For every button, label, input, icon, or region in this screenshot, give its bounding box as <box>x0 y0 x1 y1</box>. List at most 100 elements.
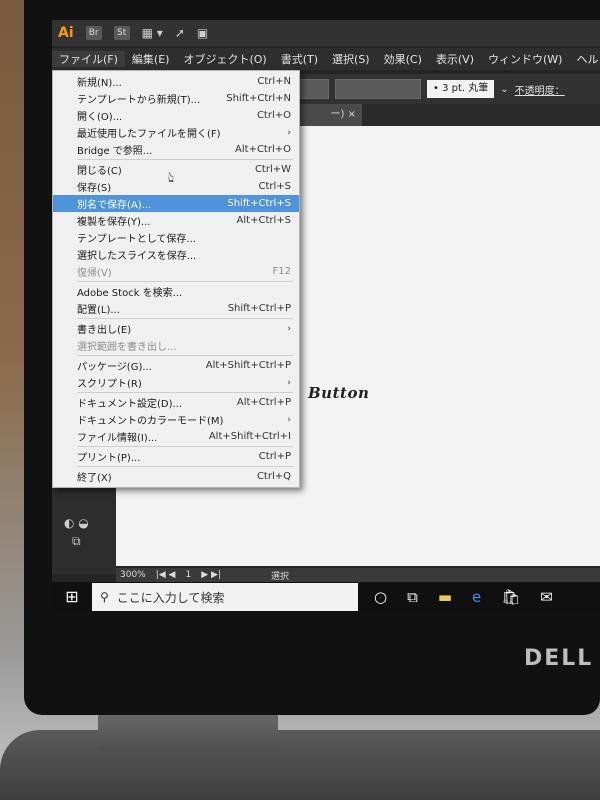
submenu-arrow-icon: › <box>287 127 291 138</box>
menu-item-label: スクリプト(R) <box>77 379 142 390</box>
menu-object[interactable]: オブジェクト(O) <box>176 51 273 67</box>
document-tab[interactable]: ー) × <box>292 104 362 126</box>
menu-item-place[interactable]: 配置(L)... Shift+Ctrl+P <box>53 300 299 317</box>
menu-item-label: プリント(P)... <box>77 453 141 464</box>
menu-item-save-copy[interactable]: 複製を保存(Y)... Alt+Ctrl+S <box>53 212 299 229</box>
menu-item-label: 選択範囲を書き出し... <box>77 342 177 353</box>
menu-item-label: 復帰(V) <box>77 268 112 279</box>
menu-item-close[interactable]: 閉じる(C) Ctrl+W <box>53 161 299 178</box>
bridge-button[interactable]: Br <box>85 26 102 40</box>
page-number[interactable]: 1 <box>185 570 191 580</box>
menu-item-label: 保存(S) <box>77 183 112 194</box>
app-title-bar: Ai Br St ▦ ▾ ➚ ▣ <box>52 20 600 46</box>
close-icon[interactable]: × <box>348 109 356 120</box>
menu-separator <box>77 281 293 282</box>
fill-swatch[interactable] <box>297 79 329 99</box>
menu-item-label: パッケージ(G)... <box>77 362 152 373</box>
menu-item-document-color-mode[interactable]: ドキュメントのカラーモード(M) › <box>53 411 299 428</box>
menu-separator <box>77 446 293 447</box>
taskbar-search-box[interactable]: ⚲ ここに入力して検索 <box>92 583 358 611</box>
menu-item-label: Bridge で参照... <box>77 146 153 157</box>
chevron-down-icon[interactable]: ⌄ <box>500 84 508 95</box>
menu-item-label: 最近使用したファイルを開く(F) <box>77 129 221 140</box>
submenu-arrow-icon: › <box>287 323 291 334</box>
menu-view[interactable]: 表示(V) <box>429 51 481 67</box>
file-explorer-icon[interactable]: ▬ <box>438 588 452 606</box>
menu-type[interactable]: 書式(T) <box>274 51 325 67</box>
mail-icon[interactable]: ✉ <box>540 588 553 606</box>
search-icon: ⚲ <box>100 590 109 604</box>
menu-item-new-from-template[interactable]: テンプレートから新規(T)... Shift+Ctrl+N <box>53 90 299 107</box>
menu-window[interactable]: ウィンドウ(W) <box>481 51 569 67</box>
opacity-label[interactable]: 不透明度： <box>515 82 565 97</box>
status-bar: 300% |◀ ◀ 1 ▶ ▶| 選択 <box>116 568 600 582</box>
canvas-button-text[interactable]: Button <box>308 384 369 402</box>
menu-item-search-adobe-stock[interactable]: Adobe Stock を検索... <box>53 283 299 300</box>
menu-separator <box>77 466 293 467</box>
gpu-performance-icon[interactable]: ➚ <box>175 26 185 40</box>
menu-item-print[interactable]: プリント(P)... Ctrl+P <box>53 448 299 465</box>
menu-separator <box>77 355 293 356</box>
menu-item-export[interactable]: 書き出し(E) › <box>53 320 299 337</box>
menu-item-document-setup[interactable]: ドキュメント設定(D)... Alt+Ctrl+P <box>53 394 299 411</box>
next-page-icon[interactable]: ▶ ▶| <box>201 570 221 580</box>
menu-item-exit[interactable]: 終了(X) Ctrl+Q <box>53 468 299 485</box>
menu-item-package[interactable]: パッケージ(G)... Alt+Shift+Ctrl+P <box>53 357 299 374</box>
menu-item-shortcut: Alt+Shift+Ctrl+P <box>205 360 291 371</box>
menu-item-label: ドキュメントのカラーモード(M) <box>77 416 224 427</box>
laptop-keyboard-deck <box>0 730 600 800</box>
screen-mode-icon[interactable]: ⧉ <box>72 534 81 549</box>
edge-browser-icon[interactable]: e <box>472 588 481 606</box>
image-trace-icon[interactable]: ▣ <box>197 26 208 40</box>
windows-taskbar: ⊞ ⚲ ここに入力して検索 ○ ⧉ ▬ e 🛍︎ ✉ <box>52 582 600 612</box>
file-menu-dropdown: 新規(N)... Ctrl+N テンプレートから新規(T)... Shift+Ctr… <box>52 70 300 488</box>
menu-item-open-recent[interactable]: 最近使用したファイルを開く(F) › <box>53 124 299 141</box>
menu-separator <box>77 392 293 393</box>
menu-item-shortcut: Ctrl+P <box>258 451 291 462</box>
screen: Ai Br St ▦ ▾ ➚ ▣ ファイル(F) 編集(E) オブジェクト(O)… <box>52 20 600 612</box>
menu-file[interactable]: ファイル(F) <box>52 51 125 67</box>
document-tab-bar: ー) × <box>292 104 600 126</box>
menu-item-export-selection[interactable]: 選択範囲を書き出し... <box>53 337 299 354</box>
document-tab-label: ー) <box>330 109 345 120</box>
menu-item-label: 新規(N)... <box>77 78 122 89</box>
windows-start-icon[interactable]: ⊞ <box>52 582 92 612</box>
draw-mode-icon[interactable]: ◐ ◒ <box>64 516 89 530</box>
zoom-level[interactable]: 300% <box>120 570 146 580</box>
brand-logo: DELL <box>524 646 594 671</box>
brush-definition-select[interactable]: • 3 pt. 丸筆 <box>427 80 495 98</box>
submenu-arrow-icon: › <box>287 414 291 425</box>
menu-select[interactable]: 選択(S) <box>325 51 377 67</box>
first-page-icon[interactable]: |◀ ◀ <box>156 570 176 580</box>
menu-item-shortcut: Shift+Ctrl+P <box>227 303 291 314</box>
stock-button[interactable]: St <box>113 26 130 40</box>
store-icon[interactable]: 🛍︎ <box>501 588 520 606</box>
menu-item-new[interactable]: 新規(N)... Ctrl+N <box>53 73 299 90</box>
menu-effect[interactable]: 効果(C) <box>377 51 429 67</box>
menu-item-shortcut: Ctrl+W <box>254 164 291 175</box>
cortana-icon[interactable]: ○ <box>374 588 387 606</box>
menu-edit[interactable]: 編集(E) <box>125 51 177 67</box>
menu-item-label: 複製を保存(Y)... <box>77 217 151 228</box>
menu-item-save[interactable]: 保存(S) Ctrl+S <box>53 178 299 195</box>
stroke-weight-field[interactable] <box>335 79 421 99</box>
menu-item-label: 配置(L)... <box>77 305 120 316</box>
menu-item-label: Adobe Stock を検索... <box>77 288 183 299</box>
menu-item-file-info[interactable]: ファイル情報(I)... Alt+Shift+Ctrl+I <box>53 428 299 445</box>
illustrator-logo: Ai <box>58 25 74 41</box>
menu-item-label: 終了(X) <box>77 473 112 484</box>
menu-item-save-as[interactable]: 別名で保存(A)... Shift+Ctrl+S <box>53 195 299 212</box>
task-view-icon[interactable]: ⧉ <box>407 588 418 606</box>
menu-item-revert[interactable]: 復帰(V) F12 <box>53 263 299 280</box>
submenu-arrow-icon: › <box>287 377 291 388</box>
menu-help[interactable]: ヘルプ(H) <box>569 51 600 67</box>
menu-item-shortcut: Ctrl+N <box>257 76 291 87</box>
menu-item-save-selected-slices[interactable]: 選択したスライスを保存... <box>53 246 299 263</box>
menu-item-label: 開く(O)... <box>77 112 123 123</box>
menu-item-scripts[interactable]: スクリプト(R) › <box>53 374 299 391</box>
arrange-documents-icon[interactable]: ▦ ▾ <box>142 26 163 40</box>
menu-item-shortcut: Ctrl+Q <box>256 471 291 482</box>
menu-item-browse-in-bridge[interactable]: Bridge で参照... Alt+Ctrl+O <box>53 141 299 158</box>
menu-item-open[interactable]: 開く(O)... Ctrl+O <box>53 107 299 124</box>
menu-item-save-as-template[interactable]: テンプレートとして保存... <box>53 229 299 246</box>
